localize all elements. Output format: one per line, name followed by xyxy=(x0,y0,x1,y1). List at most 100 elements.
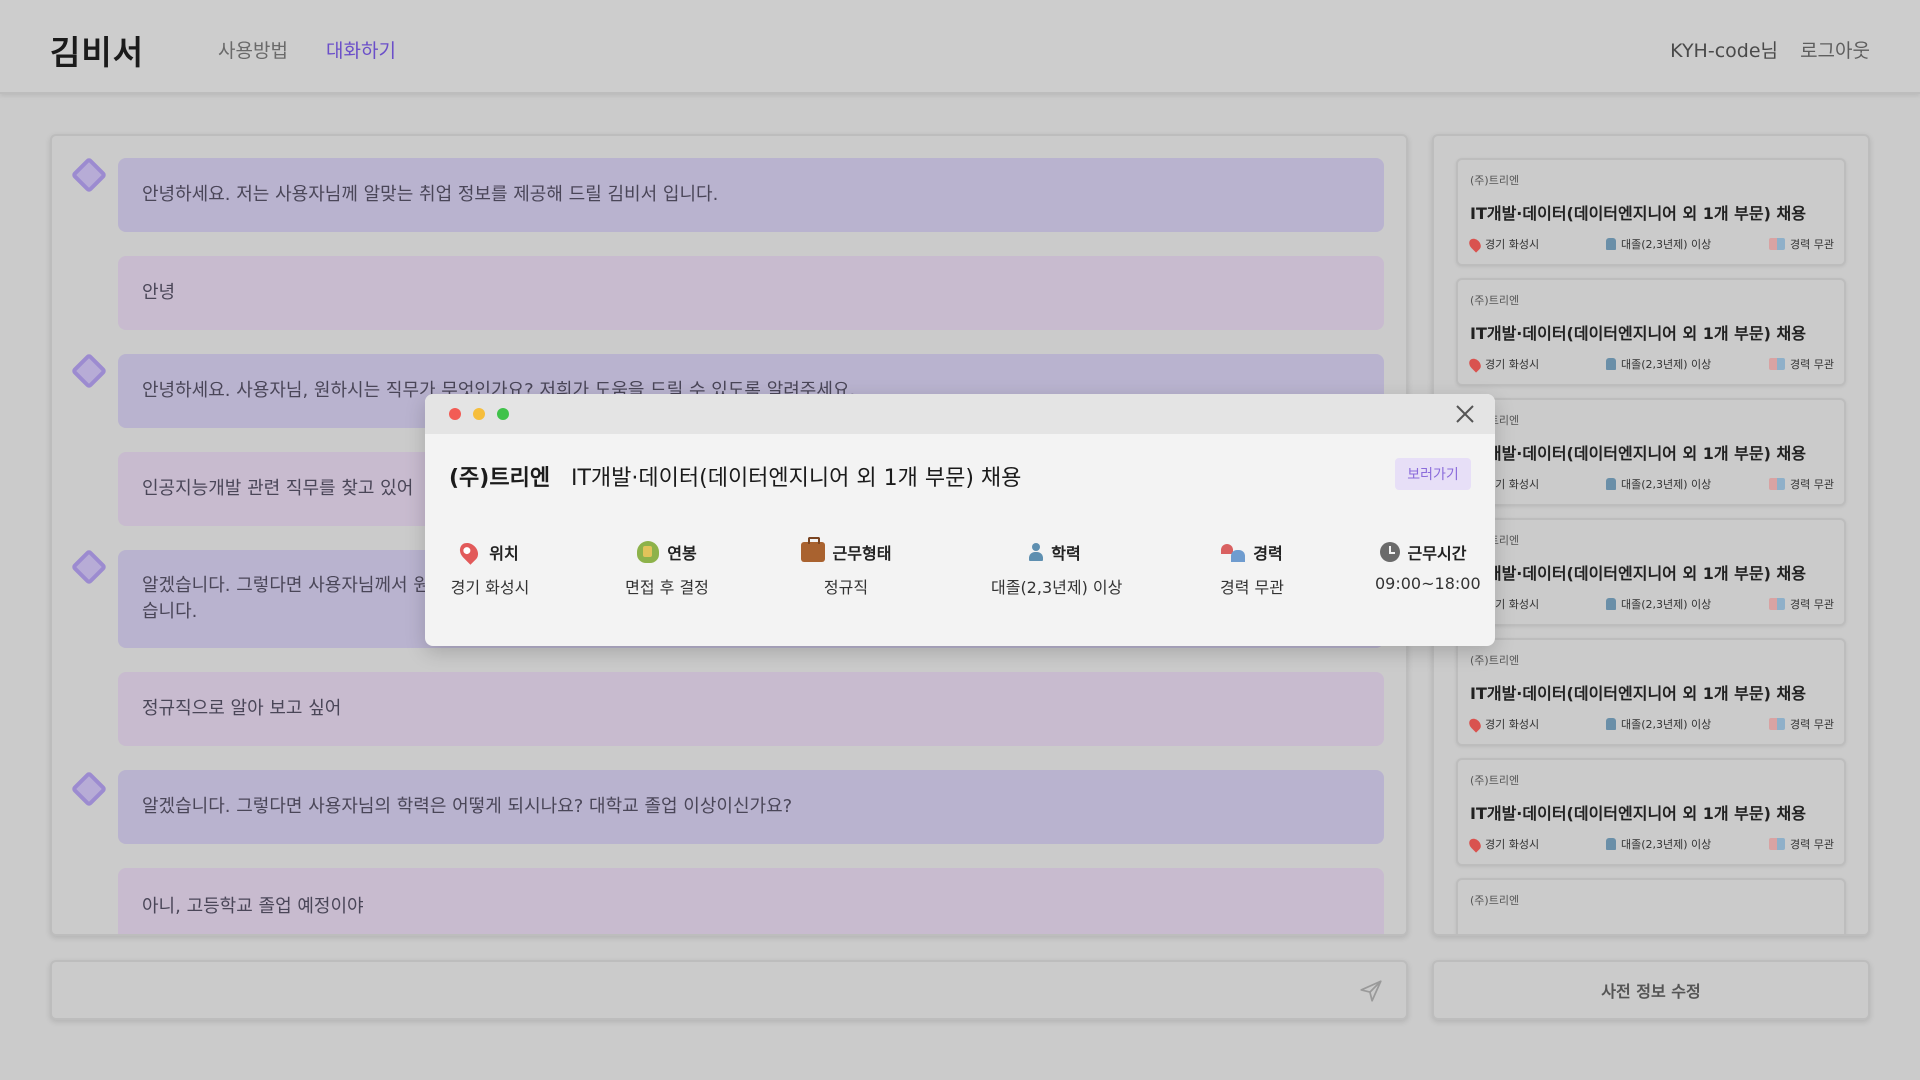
info-label: 연봉 xyxy=(667,544,697,563)
job-card[interactable]: (주)트리엔 IT개발·데이터(데이터엔지니어 외 1개 부문) 채용 경기 화… xyxy=(1456,518,1846,626)
job-experience: 경력 무관 xyxy=(1769,716,1834,732)
person-icon xyxy=(1606,718,1616,730)
info-label: 위치 xyxy=(489,544,519,563)
job-experience: 경력 무관 xyxy=(1769,236,1834,252)
info-education: 학력 대졸(2,3년제) 이상 xyxy=(991,538,1123,598)
job-title: IT개발·데이터(데이터엔지니어 외 1개 부문) 채용 xyxy=(1470,684,1806,703)
user-message: 안녕 xyxy=(118,256,1384,330)
info-value: 면접 후 결정 xyxy=(625,578,709,597)
logout-link[interactable]: 로그아웃 xyxy=(1800,36,1870,63)
job-experience: 경력 무관 xyxy=(1769,356,1834,372)
close-icon[interactable] xyxy=(1453,402,1477,426)
job-detail-modal: (주)트리엔 IT개발·데이터(데이터엔지니어 외 1개 부문) 채용 보러가기… xyxy=(425,394,1495,646)
top-header: 김비서 사용방법 대화하기 KYH-code님 로그아웃 xyxy=(0,0,1920,94)
message-text: 안녕 xyxy=(142,282,176,303)
info-value: 경기 화성시 xyxy=(450,578,530,597)
nav-chat[interactable]: 대화하기 xyxy=(326,36,396,63)
window-close-dot-icon[interactable] xyxy=(449,408,461,420)
location-pin-icon xyxy=(1466,715,1484,733)
job-experience: 경력 무관 xyxy=(1769,596,1834,612)
person-icon xyxy=(1029,543,1044,561)
job-education: 대졸(2,3년제) 이상 xyxy=(1606,356,1711,372)
info-value: 09:00~18:00 xyxy=(1375,574,1481,593)
briefcase-icon xyxy=(800,537,825,562)
job-location: 경기 화성시 xyxy=(1466,715,1540,733)
job-education-text: 대졸(2,3년제) 이상 xyxy=(1621,838,1712,851)
location-pin-icon xyxy=(1466,355,1484,373)
job-title: IT개발·데이터(데이터엔지니어 외 1개 부문) 채용 xyxy=(1470,444,1806,463)
edit-profile-button[interactable]: 사전 정보 수정 xyxy=(1432,960,1870,1020)
job-location-text: 경기 화성시 xyxy=(1485,238,1540,251)
job-title: IT개발·데이터(데이터엔지니어 외 1개 부문) 채용 xyxy=(1470,324,1806,343)
job-education-text: 대졸(2,3년제) 이상 xyxy=(1621,478,1712,491)
info-value: 대졸(2,3년제) 이상 xyxy=(991,578,1123,597)
job-education-text: 대졸(2,3년제) 이상 xyxy=(1621,598,1712,611)
job-experience-text: 경력 무관 xyxy=(1790,238,1834,251)
user-name: KYH-code님 xyxy=(1670,40,1778,62)
job-education-text: 대졸(2,3년제) 이상 xyxy=(1621,718,1712,731)
job-title: IT개발·데이터(데이터엔지니어 외 1개 부문) 채용 xyxy=(1470,804,1806,823)
info-label: 근무시간 xyxy=(1407,544,1467,563)
job-education-text: 대졸(2,3년제) 이상 xyxy=(1621,358,1712,371)
job-experience: 경력 무관 xyxy=(1769,836,1834,852)
job-card[interactable]: (주)트리엔 IT개발·데이터(데이터엔지니어 외 1개 부문) 채용 경기 화… xyxy=(1456,398,1846,506)
window-minimize-dot-icon[interactable] xyxy=(473,408,485,420)
chat-input[interactable] xyxy=(50,960,1408,1020)
job-experience: 경력 무관 xyxy=(1769,476,1834,492)
bot-avatar-icon xyxy=(70,352,108,390)
message-text: 인공지능개발 관련 직무를 찾고 있어 xyxy=(142,478,414,499)
job-title: IT개발·데이터(데이터엔지니어 외 1개 부문) 채용 xyxy=(1470,204,1806,223)
modal-company: (주)트리엔 xyxy=(449,466,551,491)
info-location: 위치 경기 화성시 xyxy=(449,538,531,598)
view-job-button[interactable]: 보러가기 xyxy=(1395,458,1471,490)
job-education: 대졸(2,3년제) 이상 xyxy=(1606,716,1711,732)
job-company: (주)트리엔 xyxy=(1470,174,1520,187)
job-company: (주)트리엔 xyxy=(1470,774,1520,787)
job-card[interactable]: (주)트리엔 xyxy=(1456,878,1846,934)
job-education: 대졸(2,3년제) 이상 xyxy=(1606,476,1711,492)
job-experience-text: 경력 무관 xyxy=(1790,718,1834,731)
message-text: 알겠습니다. 그렇다면 사용자님께서 원 xyxy=(142,575,430,596)
user-message: 아니, 고등학교 졸업 예정이야 xyxy=(118,868,1384,934)
job-location: 경기 화성시 xyxy=(1466,355,1539,373)
clock-icon xyxy=(1379,542,1400,562)
person-icon xyxy=(1606,238,1616,250)
job-company: (주)트리엔 xyxy=(1470,654,1520,667)
job-location-text: 경기 화성시 xyxy=(1485,718,1540,731)
job-location: 경기 화성시 xyxy=(1466,835,1540,853)
experience-icon xyxy=(1769,838,1786,850)
bot-avatar-icon xyxy=(70,770,108,808)
location-pin-icon xyxy=(456,539,482,565)
info-value: 경력 무관 xyxy=(1220,578,1284,597)
job-card[interactable]: (주)트리엔 IT개발·데이터(데이터엔지니어 외 1개 부문) 채용 경기 화… xyxy=(1456,638,1846,746)
nav-how-to-use[interactable]: 사용방법 xyxy=(218,36,288,63)
job-card[interactable]: (주)트리엔 IT개발·데이터(데이터엔지니어 외 1개 부문) 채용 경기 화… xyxy=(1456,158,1846,266)
message-text: 안녕하세요. 저는 사용자님께 알맞는 취업 정보를 제공해 드릴 김비서 입니… xyxy=(142,184,719,205)
experience-icon xyxy=(1769,718,1786,730)
info-hours: 근무시간 09:00~18:00 xyxy=(1375,538,1481,593)
job-list-panel[interactable]: (주)트리엔 IT개발·데이터(데이터엔지니어 외 1개 부문) 채용 경기 화… xyxy=(1432,134,1870,936)
job-education: 대졸(2,3년제) 이상 xyxy=(1606,836,1711,852)
person-icon xyxy=(1606,838,1616,850)
job-education: 대졸(2,3년제) 이상 xyxy=(1606,236,1711,252)
job-card[interactable]: (주)트리엔 IT개발·데이터(데이터엔지니어 외 1개 부문) 채용 경기 화… xyxy=(1456,278,1846,386)
job-card[interactable]: (주)트리엔 IT개발·데이터(데이터엔지니어 외 1개 부문) 채용 경기 화… xyxy=(1456,758,1846,866)
message-text: 아니, 고등학교 졸업 예정이야 xyxy=(142,896,364,917)
user-message: 정규직으로 알아 보고 싶어 xyxy=(118,672,1384,746)
info-experience: 경력 경력 무관 xyxy=(1217,538,1287,598)
modal-title-bar xyxy=(425,394,1495,434)
app-logo[interactable]: 김비서 xyxy=(50,26,144,74)
job-company: (주)트리엔 xyxy=(1470,894,1520,907)
experience-icon xyxy=(1769,598,1786,610)
send-icon[interactable] xyxy=(1358,978,1384,1004)
job-location: 경기 화성시 xyxy=(1466,235,1540,253)
bot-message: 안녕하세요. 저는 사용자님께 알맞는 취업 정보를 제공해 드릴 김비서 입니… xyxy=(118,158,1384,232)
info-label: 경력 xyxy=(1253,544,1283,563)
job-experience-text: 경력 무관 xyxy=(1790,358,1834,371)
job-experience-text: 경력 무관 xyxy=(1790,598,1834,611)
experience-icon xyxy=(1769,358,1786,370)
job-experience-text: 경력 무관 xyxy=(1790,838,1834,851)
location-pin-icon xyxy=(1466,235,1484,253)
job-location-text: 경기 화성시 xyxy=(1485,838,1540,851)
window-maximize-dot-icon[interactable] xyxy=(497,408,509,420)
